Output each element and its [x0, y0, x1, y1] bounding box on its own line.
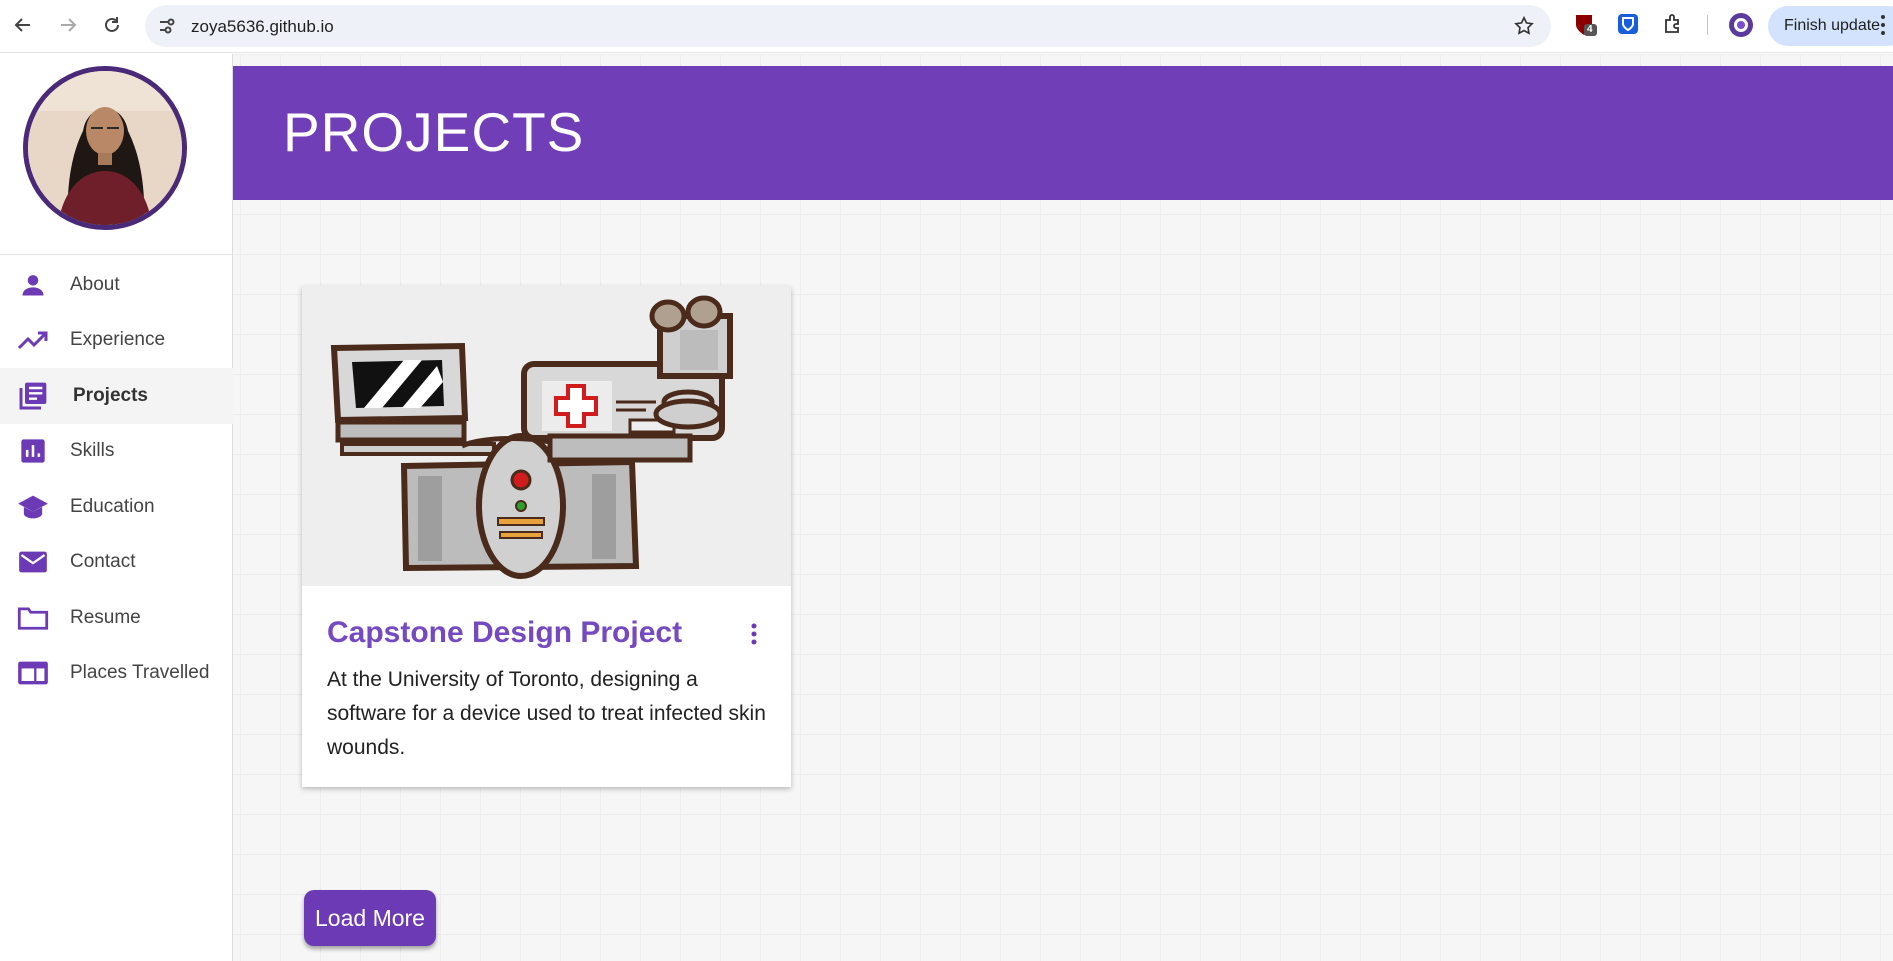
sidebar-item-experience[interactable]: Experience	[0, 313, 233, 369]
ublock-extension-icon[interactable]: 4	[1572, 12, 1598, 38]
sidebar-item-label: Experience	[70, 329, 166, 351]
bitwarden-extension-icon[interactable]	[1616, 12, 1642, 38]
url-text: zoya5636.github.io	[191, 17, 334, 36]
person-icon	[16, 268, 50, 302]
browser-toolbar: zoya5636.github.io 4 Finish update	[0, 0, 1893, 53]
sidebar: About Experience Projects Skills Educati…	[0, 54, 233, 961]
sidebar-item-about[interactable]: About	[0, 257, 233, 313]
address-bar[interactable]: zoya5636.github.io	[145, 5, 1551, 47]
page-content: About Experience Projects Skills Educati…	[0, 54, 1893, 961]
sidebar-item-label: Resume	[70, 606, 141, 628]
folder-icon	[16, 601, 50, 635]
mail-icon	[16, 545, 50, 579]
more-options-icon[interactable]	[744, 622, 764, 646]
reload-icon[interactable]	[99, 12, 125, 38]
project-description: At the University of Toronto, designing …	[327, 668, 766, 759]
avatar	[23, 66, 187, 230]
sidebar-item-projects[interactable]: Projects	[0, 368, 233, 424]
forward-icon[interactable]	[55, 12, 81, 38]
project-card: Capstone Design Project At the Universit…	[302, 286, 791, 787]
sidebar-item-label: Education	[70, 495, 155, 517]
sidebar-item-education[interactable]: Education	[0, 479, 233, 535]
trending-up-icon	[16, 323, 50, 357]
back-icon[interactable]	[10, 12, 36, 38]
web-icon	[16, 656, 50, 690]
project-image	[302, 286, 791, 586]
sidebar-item-places-travelled[interactable]: Places Travelled	[0, 646, 233, 702]
load-more-button[interactable]: Load More	[304, 890, 436, 946]
sidebar-item-skills[interactable]: Skills	[0, 424, 233, 480]
avatar-photo	[28, 71, 182, 225]
school-icon	[16, 490, 50, 524]
finish-update-label: Finish update	[1784, 17, 1881, 34]
sidebar-item-resume[interactable]: Resume	[0, 590, 233, 646]
page-title: PROJECTS	[283, 101, 585, 163]
page-header: PROJECTS	[233, 66, 1893, 200]
profile-avatar-icon[interactable]	[1728, 12, 1754, 38]
toolbar-divider	[1707, 15, 1708, 35]
extensions-puzzle-icon[interactable]	[1661, 12, 1687, 38]
extension-badge: 4	[1587, 24, 1593, 35]
library-books-icon	[16, 379, 50, 413]
sidebar-item-label: Projects	[73, 384, 148, 406]
sidebar-item-label: Places Travelled	[70, 662, 210, 684]
site-info-icon[interactable]	[157, 16, 177, 41]
sidebar-item-label: Skills	[70, 440, 115, 462]
bar-chart-icon	[16, 434, 50, 468]
sidebar-item-contact[interactable]: Contact	[0, 535, 233, 591]
sidebar-divider	[0, 254, 233, 255]
project-title[interactable]: Capstone Design Project	[327, 616, 682, 650]
finish-update-button[interactable]: Finish update	[1768, 6, 1893, 46]
sidebar-menu: About Experience Projects Skills Educati…	[0, 257, 233, 701]
browser-menu-icon[interactable]	[1880, 14, 1886, 41]
sidebar-item-label: Contact	[70, 551, 136, 573]
sidebar-item-label: About	[70, 273, 120, 295]
bookmark-star-icon[interactable]	[1513, 15, 1535, 42]
